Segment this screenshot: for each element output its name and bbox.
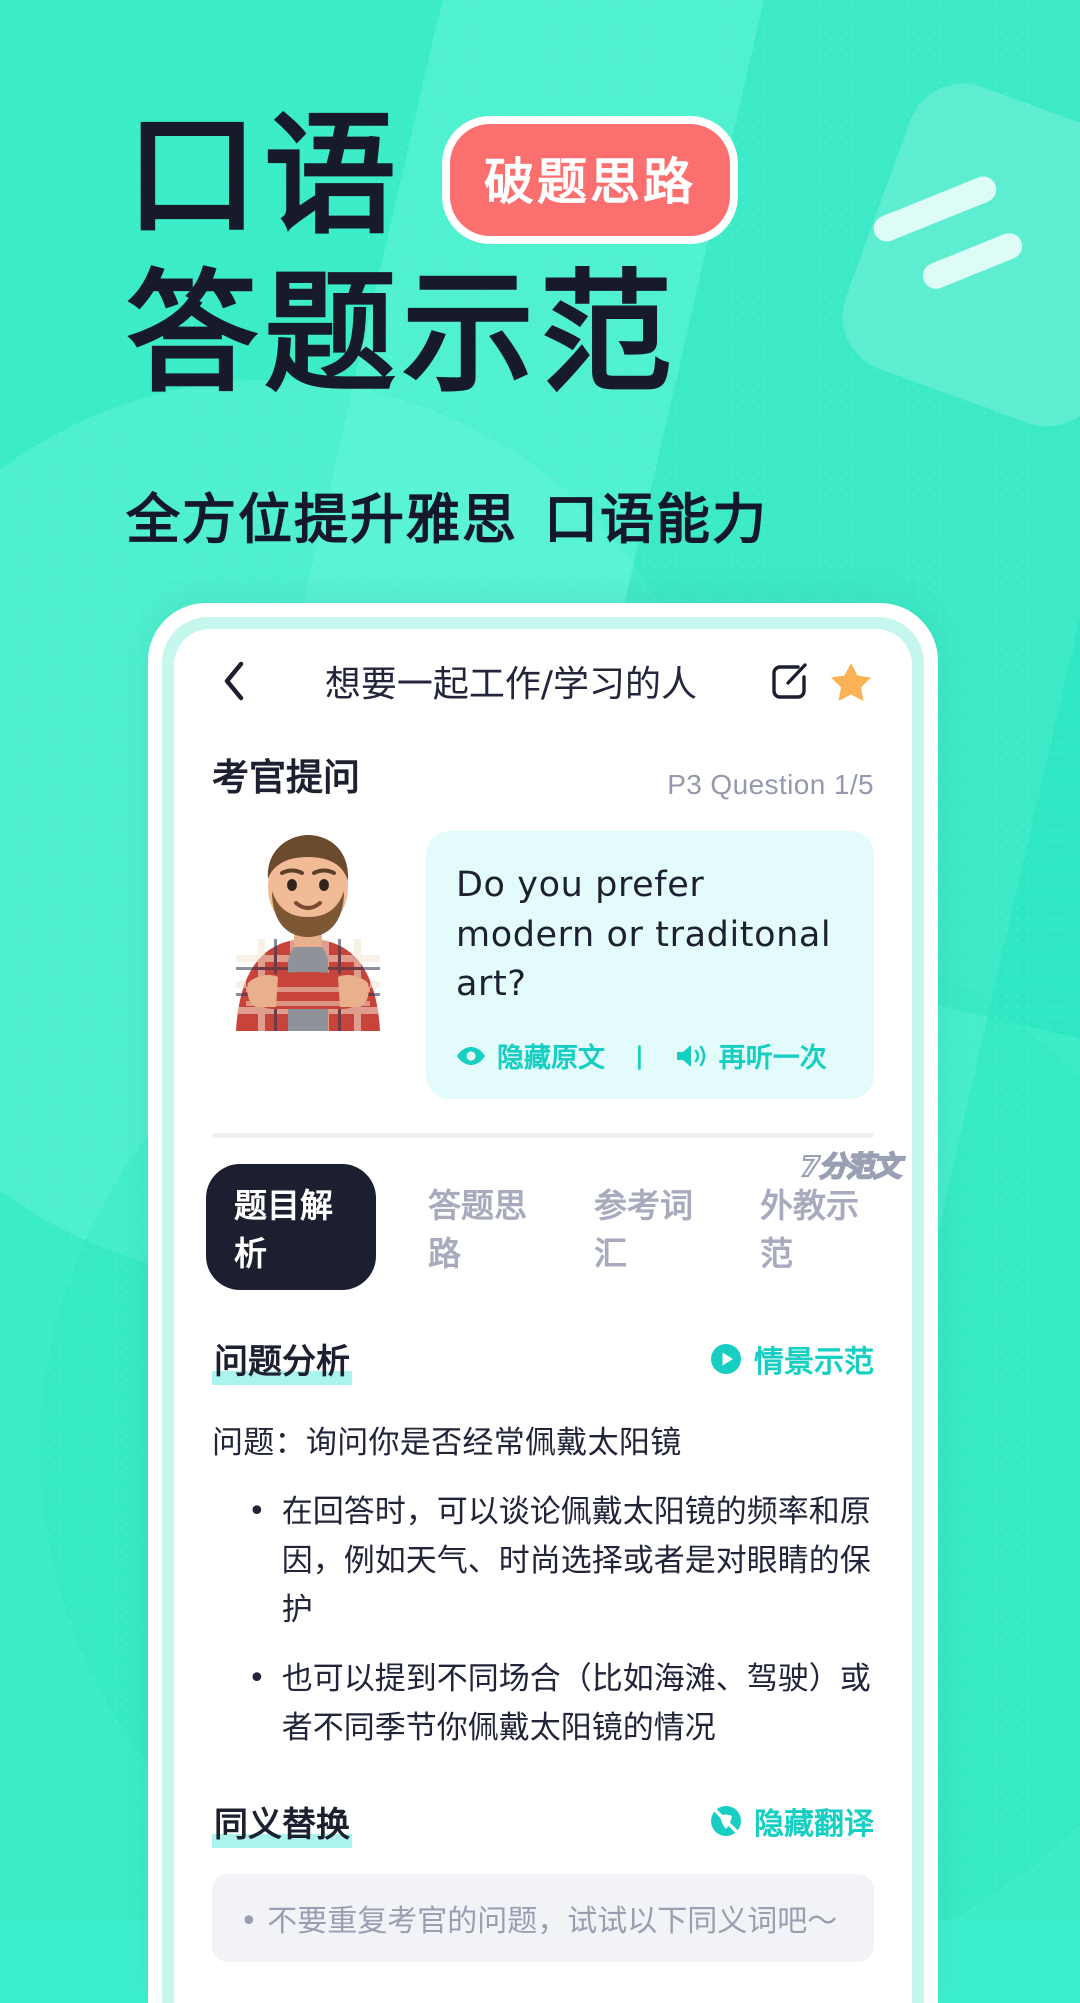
chevron-left-icon — [224, 661, 244, 701]
phone-bezel: 想要一起工作/学习的人 考官提问 P3 Question 1/5 Do you … — [162, 617, 924, 2003]
phone-mockup: 想要一起工作/学习的人 考官提问 P3 Question 1/5 Do you … — [148, 603, 938, 2003]
app-header: 想要一起工作/学习的人 — [174, 629, 912, 733]
analysis-section: 问题分析 情景示范 问题：询问你是否经常佩戴太阳镜 • 在回答时，可以谈论佩戴太… — [174, 1334, 912, 1753]
tab-teacher-demo-badge: 7分范文 — [800, 1149, 902, 1184]
replay-audio-label: 再听一次 — [718, 1043, 827, 1075]
tab-teacher-demo[interactable]: 外教示范 7分范文 — [760, 1149, 902, 1275]
question-header: 考官提问 P3 Question 1/5 — [212, 747, 874, 801]
hero-subtitle: 全方位提升雅思 口语能力 — [126, 475, 768, 554]
toggle-transcript-button[interactable]: 隐藏原文 — [456, 1036, 605, 1075]
hide-translation-label: 隐藏翻译 — [754, 1807, 874, 1843]
question-bubble: Do you prefer modern or traditonal art? … — [426, 831, 874, 1100]
analysis-title-wrap: 问题分析 — [212, 1334, 352, 1386]
hero-line-2-row: 答题示范 — [126, 268, 678, 400]
question-progress: P3 Question 1/5 — [667, 769, 874, 800]
examiner-avatar — [212, 831, 404, 1031]
synonyms-section: 同义替换 隐藏翻译 • 不要重复考官的问题，试试以下同义词吧～ 1. often — [174, 1797, 912, 2003]
question-text: Do you prefer modern or traditonal art? — [456, 865, 832, 1005]
star-icon — [831, 663, 871, 701]
replay-audio-button[interactable]: 再听一次 — [674, 1036, 827, 1075]
tab-question-analysis[interactable]: 题目解析 — [206, 1164, 376, 1291]
hide-translation-button[interactable]: 隐藏翻译 — [710, 1799, 874, 1843]
hero-subtitle-b: 口语能力 — [544, 488, 768, 551]
synonyms-tip-text: 不要重复考官的问题，试试以下同义词吧～ — [267, 1903, 838, 1939]
analysis-bullet-text: 也可以提到不同场合（比如海滩、驾驶）或者不同季节你佩戴太阳镜的情况 — [281, 1660, 871, 1746]
synonyms-title-wrap: 同义替换 — [212, 1797, 352, 1848]
edit-square-icon — [772, 663, 807, 699]
synonyms-header: 同义替换 隐藏翻译 — [212, 1797, 874, 1848]
examiner-portrait-illustration — [236, 835, 380, 1031]
hero-subtitle-a: 全方位提升雅思 — [126, 488, 518, 551]
analysis-bullet-text: 在回答时，可以谈论佩戴太阳镜的频率和原因，例如天气、时尚选择或者是对眼睛的保护 — [281, 1494, 871, 1628]
tab-teacher-demo-label: 外教示范 — [760, 1186, 859, 1274]
scenario-demo-label: 情景示范 — [754, 1344, 874, 1380]
action-separator: | — [635, 1041, 644, 1070]
hero-line-1-row: 口语 破题思路 — [126, 108, 738, 244]
eye-icon — [457, 1046, 485, 1065]
analysis-title: 问题分析 — [212, 1334, 352, 1386]
examiner-question-section: 考官提问 P3 Question 1/5 Do you prefer moder… — [174, 733, 912, 1100]
toggle-transcript-label: 隐藏原文 — [497, 1043, 605, 1075]
translate-off-icon — [711, 1806, 741, 1837]
scenario-demo-button[interactable]: 情景示范 — [710, 1337, 874, 1381]
question-body: Do you prefer modern or traditonal art? … — [212, 831, 874, 1100]
app-screen: 想要一起工作/学习的人 考官提问 P3 Question 1/5 Do you … — [174, 629, 912, 2003]
hero-badge: 破题思路 — [442, 116, 738, 244]
play-circle-icon — [711, 1343, 741, 1374]
bubble-actions: 隐藏原文 | 再听一次 — [456, 1036, 846, 1075]
edit-button[interactable] — [766, 658, 812, 704]
examiner-question-label: 考官提问 — [212, 756, 360, 799]
bullet-dot: • — [248, 1494, 266, 1530]
content-tabs: 题目解析 答题思路 参考词汇 外教示范 7分范文 — [174, 1138, 912, 1291]
back-button[interactable] — [212, 659, 256, 703]
analysis-header: 问题分析 情景示范 — [212, 1334, 874, 1386]
analysis-bullets: • 在回答时，可以谈论佩戴太阳镜的频率和原因，例如天气、时尚选择或者是对眼睛的保… — [212, 1488, 874, 1753]
tab-answer-approach[interactable]: 答题思路 — [428, 1179, 542, 1275]
bullet-dot: • — [248, 1660, 266, 1696]
hero-title-line1: 口语 — [126, 99, 402, 253]
hero-title-line2: 答题示范 — [126, 257, 678, 411]
synonyms-title: 同义替换 — [212, 1797, 352, 1848]
analysis-bullet-item: • 也可以提到不同场合（比如海滩、驾驶）或者不同季节你佩戴太阳镜的情况 — [212, 1655, 874, 1753]
tab-reference-vocabulary[interactable]: 参考词汇 — [594, 1179, 708, 1275]
page-title: 想要一起工作/学习的人 — [324, 664, 698, 705]
synonyms-tip: • 不要重复考官的问题，试试以下同义词吧～ — [212, 1873, 874, 1962]
speaker-icon — [676, 1044, 706, 1067]
analysis-bullet-item: • 在回答时，可以谈论佩戴太阳镜的频率和原因，例如天气、时尚选择或者是对眼睛的保… — [212, 1488, 874, 1635]
synonyms-tip-bullet: • — [240, 1903, 258, 1939]
analysis-question-line: 问题：询问你是否经常佩戴太阳镜 — [212, 1425, 682, 1462]
favorite-button[interactable] — [828, 658, 874, 704]
